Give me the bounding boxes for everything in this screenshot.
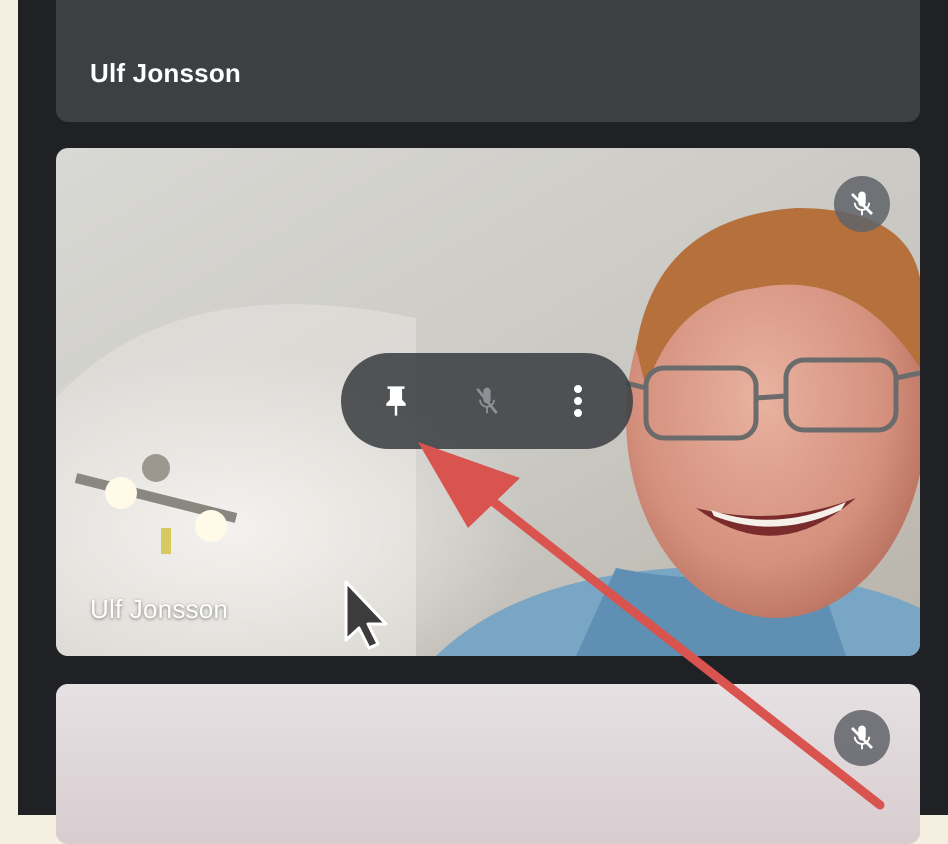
annotation-arrow: [418, 442, 885, 810]
